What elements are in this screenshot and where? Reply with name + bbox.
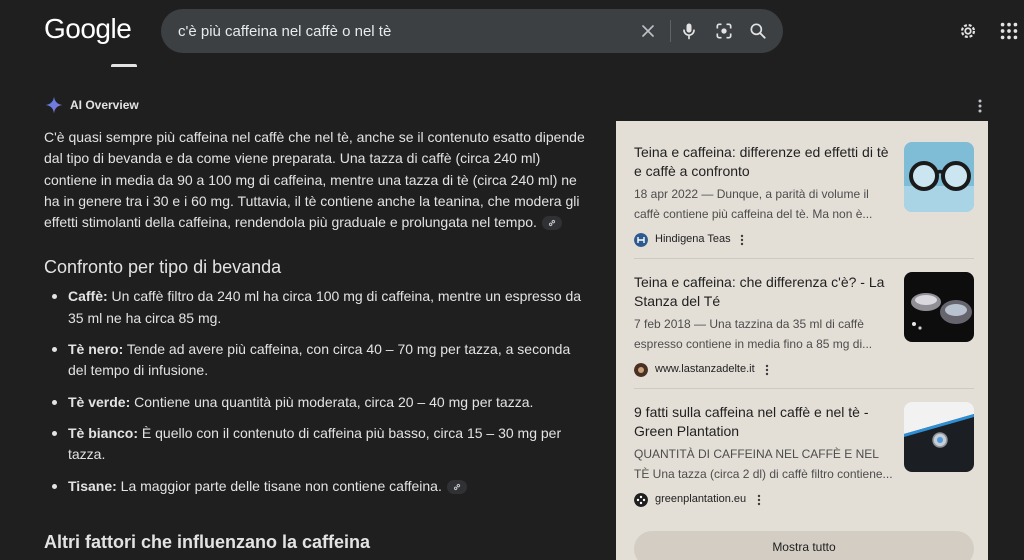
source-title[interactable]: Teina e caffeina: differenze ed effetti … (634, 143, 896, 181)
ai-overview-label: AI Overview (70, 98, 139, 112)
lastanzadelte-favicon (634, 363, 648, 377)
show-all-button[interactable]: Mostra tutto (634, 531, 974, 560)
sources-panel: Teina e caffeina: differenze ed effetti … (616, 121, 988, 560)
close-icon[interactable] (638, 21, 658, 41)
search-input[interactable]: c'è più caffeina nel caffè o nel tè (178, 23, 391, 40)
greenplantation-favicon (634, 493, 648, 507)
google-logo[interactable]: Google (44, 13, 132, 45)
source-name: greenplantation.eu (655, 493, 747, 505)
citation-link-chip[interactable] (541, 216, 562, 231)
section-title-2: Altri fattori che influenzano la caffein… (44, 532, 371, 552)
section-title: Confronto per tipo di bevanda (44, 257, 282, 278)
beverage-list: Caffè: Un caffè filtro da 240 ml ha circ… (44, 286, 589, 496)
citation-link-chip[interactable] (446, 479, 467, 494)
list-item: Caffè: Un caffè filtro da 240 ml ha circ… (44, 286, 589, 329)
card-separator (634, 388, 974, 389)
list-item: Tè nero: Tende ad avere più caffeina, co… (44, 339, 589, 382)
search-box[interactable]: c'è più caffeina nel caffè o nel tè (161, 9, 783, 53)
lens-icon[interactable] (714, 21, 734, 41)
mic-icon[interactable] (679, 21, 699, 41)
source-name: Hindigena Teas (655, 233, 731, 245)
source-title[interactable]: Teina e caffeina: che differenza c'è? - … (634, 273, 896, 311)
search-icon[interactable] (748, 21, 768, 41)
list-item: Tè verde: Contiene una quantità più mode… (44, 392, 589, 413)
source-more-icon[interactable] (755, 493, 763, 507)
intro-paragraph: C'è quasi sempre più caffeina nel caffè … (44, 129, 585, 231)
search-divider (670, 20, 671, 42)
link-icon (548, 220, 556, 227)
source-title[interactable]: 9 fatti sulla caffeina nel caffè e nel t… (634, 403, 896, 441)
hindigena-favicon (634, 233, 648, 247)
source-snippet: 18 apr 2022 — Dunque, a parità di volume… (634, 187, 873, 221)
active-tab-indicator (111, 64, 137, 67)
list-item: Tè bianco: È quello con il contenuto di … (44, 423, 589, 466)
header: Google c'è più caffeina nel caffè o nel … (0, 0, 1024, 64)
source-attribution: www.lastanzadelte.it (634, 360, 974, 380)
link-icon (453, 483, 460, 490)
source-name: www.lastanzadelte.it (655, 363, 755, 375)
source-more-icon[interactable] (763, 363, 771, 377)
source-attribution: greenplantation.eu (634, 490, 974, 510)
card-separator (634, 258, 974, 259)
settings-icon[interactable] (957, 20, 979, 42)
source-more-icon[interactable] (738, 233, 746, 247)
ai-overview-content: C'è quasi sempre più caffeina nel caffè … (44, 127, 589, 507)
sparkle-icon (45, 96, 63, 114)
source-snippet: QUANTITÀ DI CAFFEINA NEL CAFFÈ E NEL TÈ … (634, 447, 893, 481)
source-attribution: Hindigena Teas (634, 230, 974, 250)
capsule-thumbnail[interactable] (904, 402, 974, 472)
list-item: Tisane: La maggior parte delle tisane no… (44, 476, 589, 497)
glasses-thumbnail[interactable] (904, 142, 974, 212)
more-options-icon[interactable] (972, 97, 988, 115)
source-snippet: 7 feb 2018 — Una tazzina da 35 ml di caf… (634, 317, 873, 351)
tea-cups-thumbnail[interactable] (904, 272, 974, 342)
apps-icon[interactable] (998, 20, 1020, 42)
